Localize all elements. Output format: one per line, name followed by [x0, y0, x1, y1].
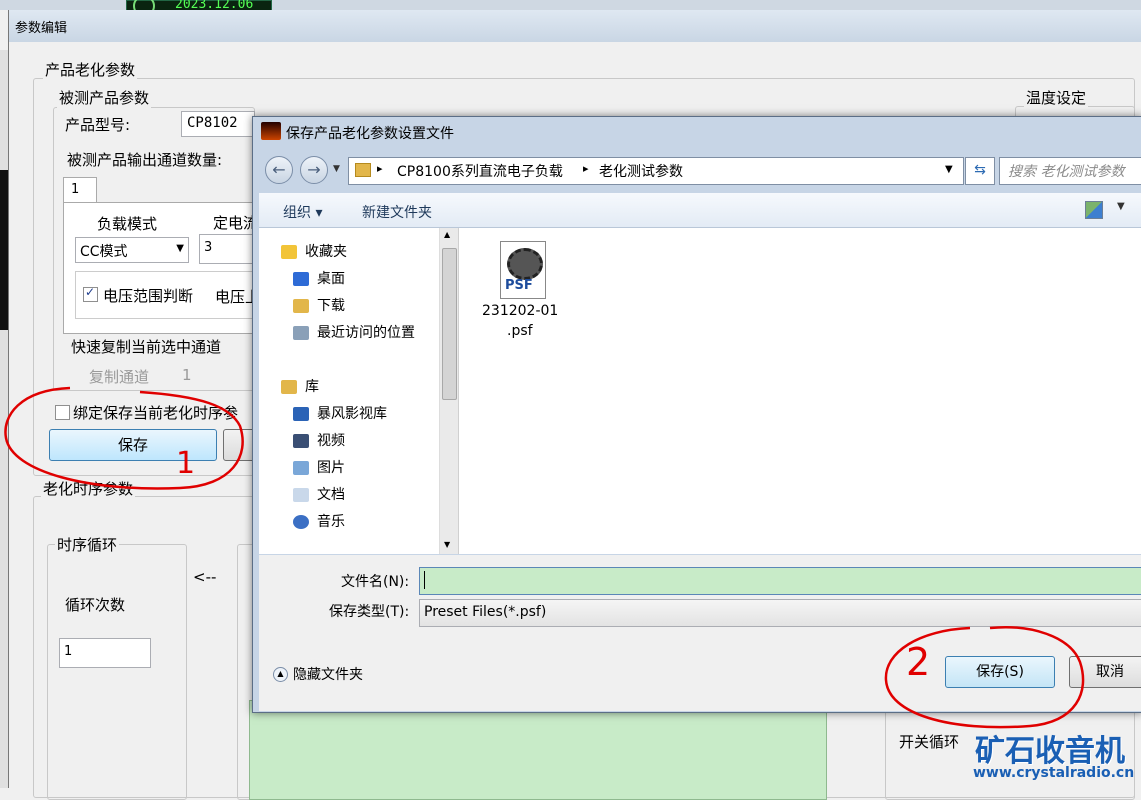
window-title: 参数编辑 — [15, 21, 68, 36]
file-list-pane: PSF 231202-01 .psf — [458, 228, 1141, 554]
nav-videos[interactable]: 视频 — [293, 430, 345, 450]
window-titlebar[interactable]: 参数编辑 — [9, 10, 1141, 42]
forward-button[interactable]: → — [300, 156, 328, 184]
nav-scrollbar[interactable]: ▲ ▼ — [439, 228, 458, 554]
refresh-icon[interactable]: ⇆ — [965, 157, 995, 185]
watermark-text: 矿石收音机 — [975, 734, 1125, 769]
organize-button[interactable]: 组织 ▾ — [283, 202, 322, 222]
group-tested-product-title: 被测产品参数 — [57, 87, 152, 108]
psf-file-icon: PSF — [500, 241, 546, 299]
history-dropdown-icon[interactable]: ▼ — [333, 164, 340, 174]
switch-loop-label: 开关循环 — [899, 733, 960, 751]
product-model-field[interactable]: CP8102 — [181, 111, 255, 137]
channel-count-label: 被测产品输出通道数量: — [67, 151, 223, 169]
annotation-number-2: 2 — [906, 640, 931, 684]
temperature-title: 温度设定 — [1024, 87, 1089, 108]
breadcrumb-arrow-icon: ▸ — [583, 162, 589, 175]
tab-channel-1[interactable]: 1 — [63, 177, 97, 204]
annotation-number-1: 1 — [176, 446, 196, 481]
arrow-text: <-- — [193, 568, 217, 586]
video-icon — [293, 434, 309, 448]
nav-desktop[interactable]: 桌面 — [293, 268, 345, 288]
app-icon — [261, 122, 281, 140]
desktop-icon — [293, 272, 309, 286]
star-icon — [281, 245, 297, 259]
music-icon — [293, 515, 309, 529]
collapse-icon[interactable]: ▲ — [273, 667, 288, 682]
file-item[interactable]: PSF — [496, 241, 548, 299]
dialog-toolbar: 组织 ▾ 新建文件夹 ▼ — [259, 193, 1141, 228]
library-icon — [281, 380, 297, 394]
product-model-label: 产品型号: — [65, 116, 131, 134]
scroll-up-icon: ▲ — [444, 230, 451, 239]
const-current-field[interactable]: 3 — [199, 234, 255, 264]
nav-downloads[interactable]: 下载 — [293, 295, 345, 315]
address-bar[interactable]: ▸ CP8100系列直流电子负载 ▸ 老化测试参数 ▼ — [348, 157, 964, 185]
nav-favorites[interactable]: 收藏夹 — [281, 241, 347, 261]
voltage-range-label: 电压范围判断 — [103, 287, 194, 305]
documents-icon — [293, 488, 309, 502]
new-folder-button[interactable]: 新建文件夹 — [362, 202, 432, 222]
nav-music[interactable]: 音乐 — [293, 511, 345, 531]
group-product-aging-title: 产品老化参数 — [43, 59, 138, 80]
nav-baofeng[interactable]: 暴风影视库 — [293, 403, 387, 423]
watermark-url: www.crystalradio.cn — [973, 765, 1135, 781]
filename-input[interactable] — [419, 567, 1141, 595]
filename-label: 文件名(N): — [341, 574, 410, 590]
nav-pictures[interactable]: 图片 — [293, 457, 345, 477]
group-sequence-loop — [47, 544, 187, 800]
scroll-thumb[interactable] — [442, 248, 457, 400]
loop-count-field[interactable]: 1 — [59, 638, 151, 668]
nav-libraries[interactable]: 库 — [281, 376, 319, 396]
file-name-line2: .psf — [507, 323, 533, 339]
download-folder-icon — [293, 299, 309, 313]
address-dropdown-icon[interactable]: ▼ — [945, 164, 953, 175]
recent-places-icon — [293, 326, 309, 340]
navigation-pane: 收藏夹 桌面 下载 最近访问的位置 库 暴风影视库 视频 图片 文档 音乐 — [259, 228, 457, 554]
breadcrumb-item-2[interactable]: 老化测试参数 — [599, 161, 683, 181]
folder-icon — [355, 163, 371, 177]
annotation-circle-1 — [4, 386, 244, 490]
video-library-icon — [293, 407, 309, 421]
sequence-grid[interactable] — [249, 700, 827, 800]
filetype-label: 保存类型(T): — [329, 604, 410, 620]
load-mode-label: 负载模式 — [97, 215, 158, 233]
chevron-down-icon: ▼ — [176, 243, 184, 254]
breadcrumb-arrow-icon: ▸ — [377, 162, 383, 175]
quick-copy-label: 快速复制当前选中通道 — [71, 338, 222, 356]
loop-count-label: 循环次数 — [65, 596, 126, 614]
pictures-icon — [293, 461, 309, 475]
dialog-title: 保存产品老化参数设置文件 — [286, 126, 454, 142]
view-dropdown-icon[interactable]: ▼ — [1117, 201, 1125, 212]
back-button[interactable]: ← — [265, 156, 293, 184]
sequence-loop-title: 时序循环 — [55, 534, 120, 555]
search-placeholder: 搜索 老化测试参数 — [1008, 164, 1125, 180]
voltage-range-checkbox[interactable]: ✓ — [83, 285, 98, 302]
view-options-icon[interactable] — [1085, 201, 1103, 219]
load-mode-select[interactable]: CC模式 ▼ — [75, 237, 189, 263]
hide-folders-button[interactable]: 隐藏文件夹 — [293, 664, 363, 684]
file-name-line1: 231202-01 — [482, 303, 559, 319]
scroll-down-icon: ▼ — [444, 540, 451, 549]
nav-documents[interactable]: 文档 — [293, 484, 345, 504]
nav-recent[interactable]: 最近访问的位置 — [293, 322, 415, 342]
breadcrumb-item-1[interactable]: CP8100系列直流电子负载 — [397, 161, 563, 181]
search-input[interactable]: 搜索 老化测试参数 — [999, 157, 1141, 185]
